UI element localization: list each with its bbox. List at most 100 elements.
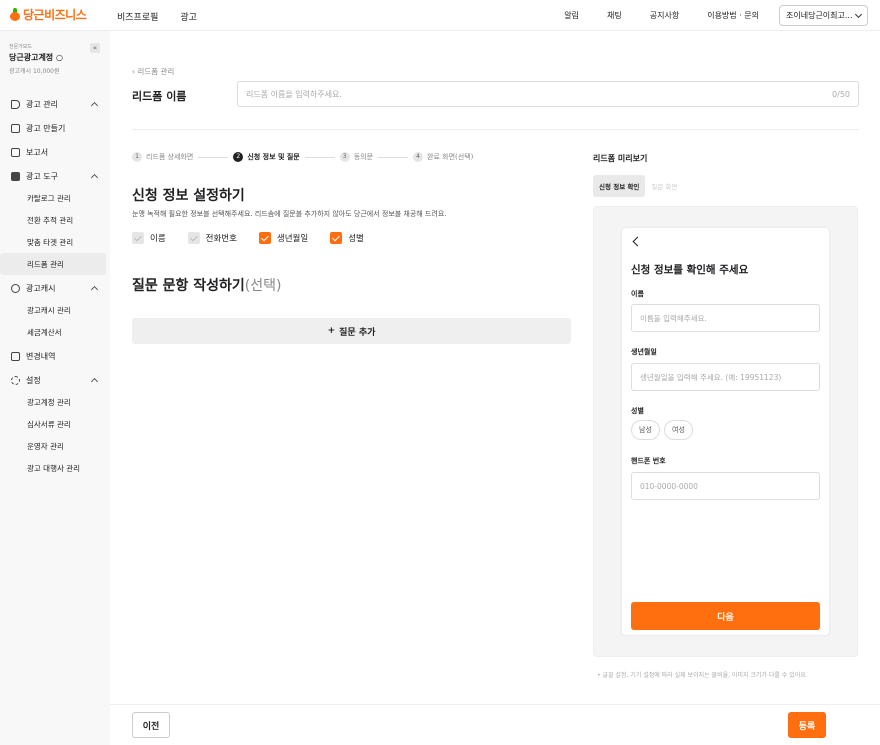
toolbox-icon [11, 171, 20, 181]
prev-button[interactable]: 이전 [132, 712, 170, 738]
breadcrumb-label: 리드폼 관리 [137, 67, 175, 76]
preview-phone-label: 핸드폰 번호 [631, 457, 666, 465]
section-title-info: 신청 정보 설정하기 [132, 188, 245, 204]
preview-next-button: 다음 [631, 602, 820, 630]
sidebar: 전문가모드 당근광고계정 ○ 광고캐시 10,000원 « 광고 관리 광고 만… [0, 31, 110, 745]
top-right: 알림 채팅 공지사항 이용방법 · 문의 조이네당근이최고... [564, 5, 868, 26]
add-question-button[interactable]: + 질문 추가 [132, 318, 571, 344]
document-icon [11, 351, 20, 361]
sidebar-item-account-manage[interactable]: 광고계정 관리 [0, 391, 110, 413]
nav-bizprofile[interactable]: 비즈프로필 [117, 10, 158, 23]
top-nav: 비즈프로필 광고 [117, 10, 197, 23]
preview-birth-label: 생년월일 [631, 348, 657, 356]
footer-divider [110, 704, 880, 705]
sidebar-item-catalog[interactable]: 카탈로그 관리 [0, 187, 110, 209]
tab-question-screen[interactable]: 질문 화면 [645, 175, 683, 197]
step-connector [198, 156, 229, 158]
chevron-up-icon [90, 173, 99, 181]
divider [132, 129, 859, 130]
step-2[interactable]: 2 신청 정보 및 질문 [233, 152, 300, 162]
collapse-sidebar-button[interactable]: « [90, 43, 100, 53]
preview-title: 리드폼 미리보기 [593, 154, 648, 163]
sidebar-item-settings[interactable]: 설정 [0, 369, 110, 391]
step-4[interactable]: 4 완료 화면(선택) [413, 152, 473, 162]
sidebar-item-custom-target[interactable]: 맞춤 타겟 관리 [0, 231, 110, 253]
plus-box-icon [11, 123, 20, 133]
sidebar-item-ad-cash[interactable]: 광고캐시 [0, 277, 110, 299]
sidebar-item-tax-invoice[interactable]: 세금계산서 [0, 321, 110, 343]
checkbox-checked-icon [330, 232, 343, 244]
form-name-input[interactable]: 리드폼 이름을 입력하주세요. 0/50 [237, 81, 859, 107]
checkbox-icon [187, 232, 200, 244]
sidebar-item-cash-manage[interactable]: 광고캐시 관리 [0, 299, 110, 321]
help-link[interactable]: 이용방법 · 문의 [707, 10, 759, 21]
notice-link[interactable]: 공지사항 [650, 10, 679, 21]
step-3[interactable]: 3 동의문 [339, 152, 373, 162]
coin-icon [11, 283, 20, 293]
carrot-icon [10, 8, 20, 21]
report-icon [11, 147, 20, 157]
account-selector-label: 조이네당근이최고... [786, 11, 853, 20]
checkbox-gender[interactable]: 성별 [330, 232, 364, 244]
step-connector [378, 156, 409, 158]
phone-preview: 신청 정보를 확인해 주세요 이름 이름을 입력해주세요. 생년월일 생년월일을… [622, 228, 829, 635]
checkbox-phone[interactable]: 전화번호 [187, 232, 237, 244]
sidebar-item-operator[interactable]: 운영자 관리 [0, 435, 110, 457]
sidebar-item-agency[interactable]: 광고 대행사 관리 [0, 457, 110, 479]
plus-icon: + [327, 326, 336, 336]
preview-gender-options: 남성 여성 [631, 420, 693, 440]
megaphone-icon [11, 99, 20, 109]
chat-link[interactable]: 채팅 [607, 10, 622, 21]
preview-tabs: 신청 정보 확인 질문 화면 [593, 175, 683, 197]
section-title-questions: 질문 문항 작성하기(선택) [132, 278, 282, 294]
breadcrumb[interactable]: ‹ 리드폼 관리 [132, 66, 174, 77]
preview-gender-label: 성별 [631, 407, 644, 415]
sidebar-item-ad-manage[interactable]: 광고 관리 [0, 93, 110, 115]
preview-heading: 신청 정보를 확인해 주세요 [631, 264, 749, 276]
checkbox-icon [132, 232, 144, 244]
section-desc-info: 눈맹 녹적해 필요한 정보블 선택해주세요. 리드솜에 질문블 추가하지 않아도… [132, 210, 447, 218]
back-arrow-icon [632, 236, 643, 247]
chevron-up-icon [90, 285, 99, 293]
logo-text: 당근비즈니스 [23, 8, 87, 22]
preview-birth-input: 생년월일을 입력해 주세요. (예: 19951123) [631, 363, 820, 391]
account-name[interactable]: 당근광고계정 ○ [9, 52, 63, 63]
form-name-label: 리드폼 이름 [132, 90, 187, 103]
nav-ads[interactable]: 광고 [180, 10, 197, 23]
chevron-up-icon [90, 377, 99, 385]
char-counter: 0/50 [832, 89, 850, 99]
stepper: 1 리드폼 상세화면 2 신청 정보 및 질문 3 동의문 4 완료 화면(선택… [132, 152, 473, 162]
step-1[interactable]: 1 리드폼 상세화면 [132, 152, 193, 162]
logo[interactable]: 당근비즈니스 [10, 6, 87, 23]
cash-balance: 광고캐시 10,000원 [9, 68, 60, 75]
preview-phone-input: 010-0000-0000 [631, 472, 820, 500]
checkbox-birthdate[interactable]: 생년월일 [258, 232, 308, 244]
sidebar-item-conversion[interactable]: 전환 추적 관리 [0, 209, 110, 231]
submit-button[interactable]: 등록 [788, 712, 826, 738]
sidebar-item-ad-create[interactable]: 광고 만들기 [0, 117, 110, 139]
sidebar-item-review-docs[interactable]: 심사서류 관리 [0, 413, 110, 435]
chevron-down-icon [854, 10, 863, 18]
sidebar-item-report[interactable]: 보고서 [0, 141, 110, 163]
sidebar-item-history[interactable]: 변경내역 [0, 345, 110, 367]
step-connector [304, 156, 335, 158]
account-type: 전문가모드 [9, 44, 33, 50]
preview-note: • 글꼴 설정, 기기 설정에 따라 실제 보이지는 물비율, 이미지 크기가 … [597, 672, 808, 679]
top-bar: 당근비즈니스 비즈프로필 광고 알림 채팅 공지사항 이용방법 · 문의 조이네… [0, 0, 880, 31]
sidebar-item-ad-tools[interactable]: 광고 도구 [0, 165, 110, 187]
main-content: ‹ 리드폼 관리 리드폼 이름 리드폼 이름을 입력하주세요. 0/50 1 리… [110, 31, 880, 745]
gear-icon [11, 375, 20, 385]
chevron-up-icon [90, 101, 99, 109]
form-name-placeholder: 리드폼 이름을 입력하주세요. [246, 89, 342, 99]
sidebar-item-leadform[interactable]: 리드폼 관리 [0, 253, 106, 275]
preview-name-label: 이름 [631, 290, 644, 298]
gender-male: 남성 [631, 420, 660, 440]
notifications-link[interactable]: 알림 [564, 10, 579, 21]
optional-label: (선택) [244, 278, 282, 294]
account-info: 전문가모드 당근광고계정 ○ 광고캐시 10,000원 [9, 43, 63, 75]
preview-name-input: 이름을 입력해주세요. [631, 304, 820, 332]
account-selector[interactable]: 조이네당근이최고... [779, 5, 868, 26]
tab-info-confirm[interactable]: 신청 정보 확인 [593, 175, 646, 197]
checkbox-name[interactable]: 이름 [132, 232, 166, 244]
preview-frame: 신청 정보를 확인해 주세요 이름 이름을 입력해주세요. 생년월일 생년월일을… [593, 206, 858, 657]
